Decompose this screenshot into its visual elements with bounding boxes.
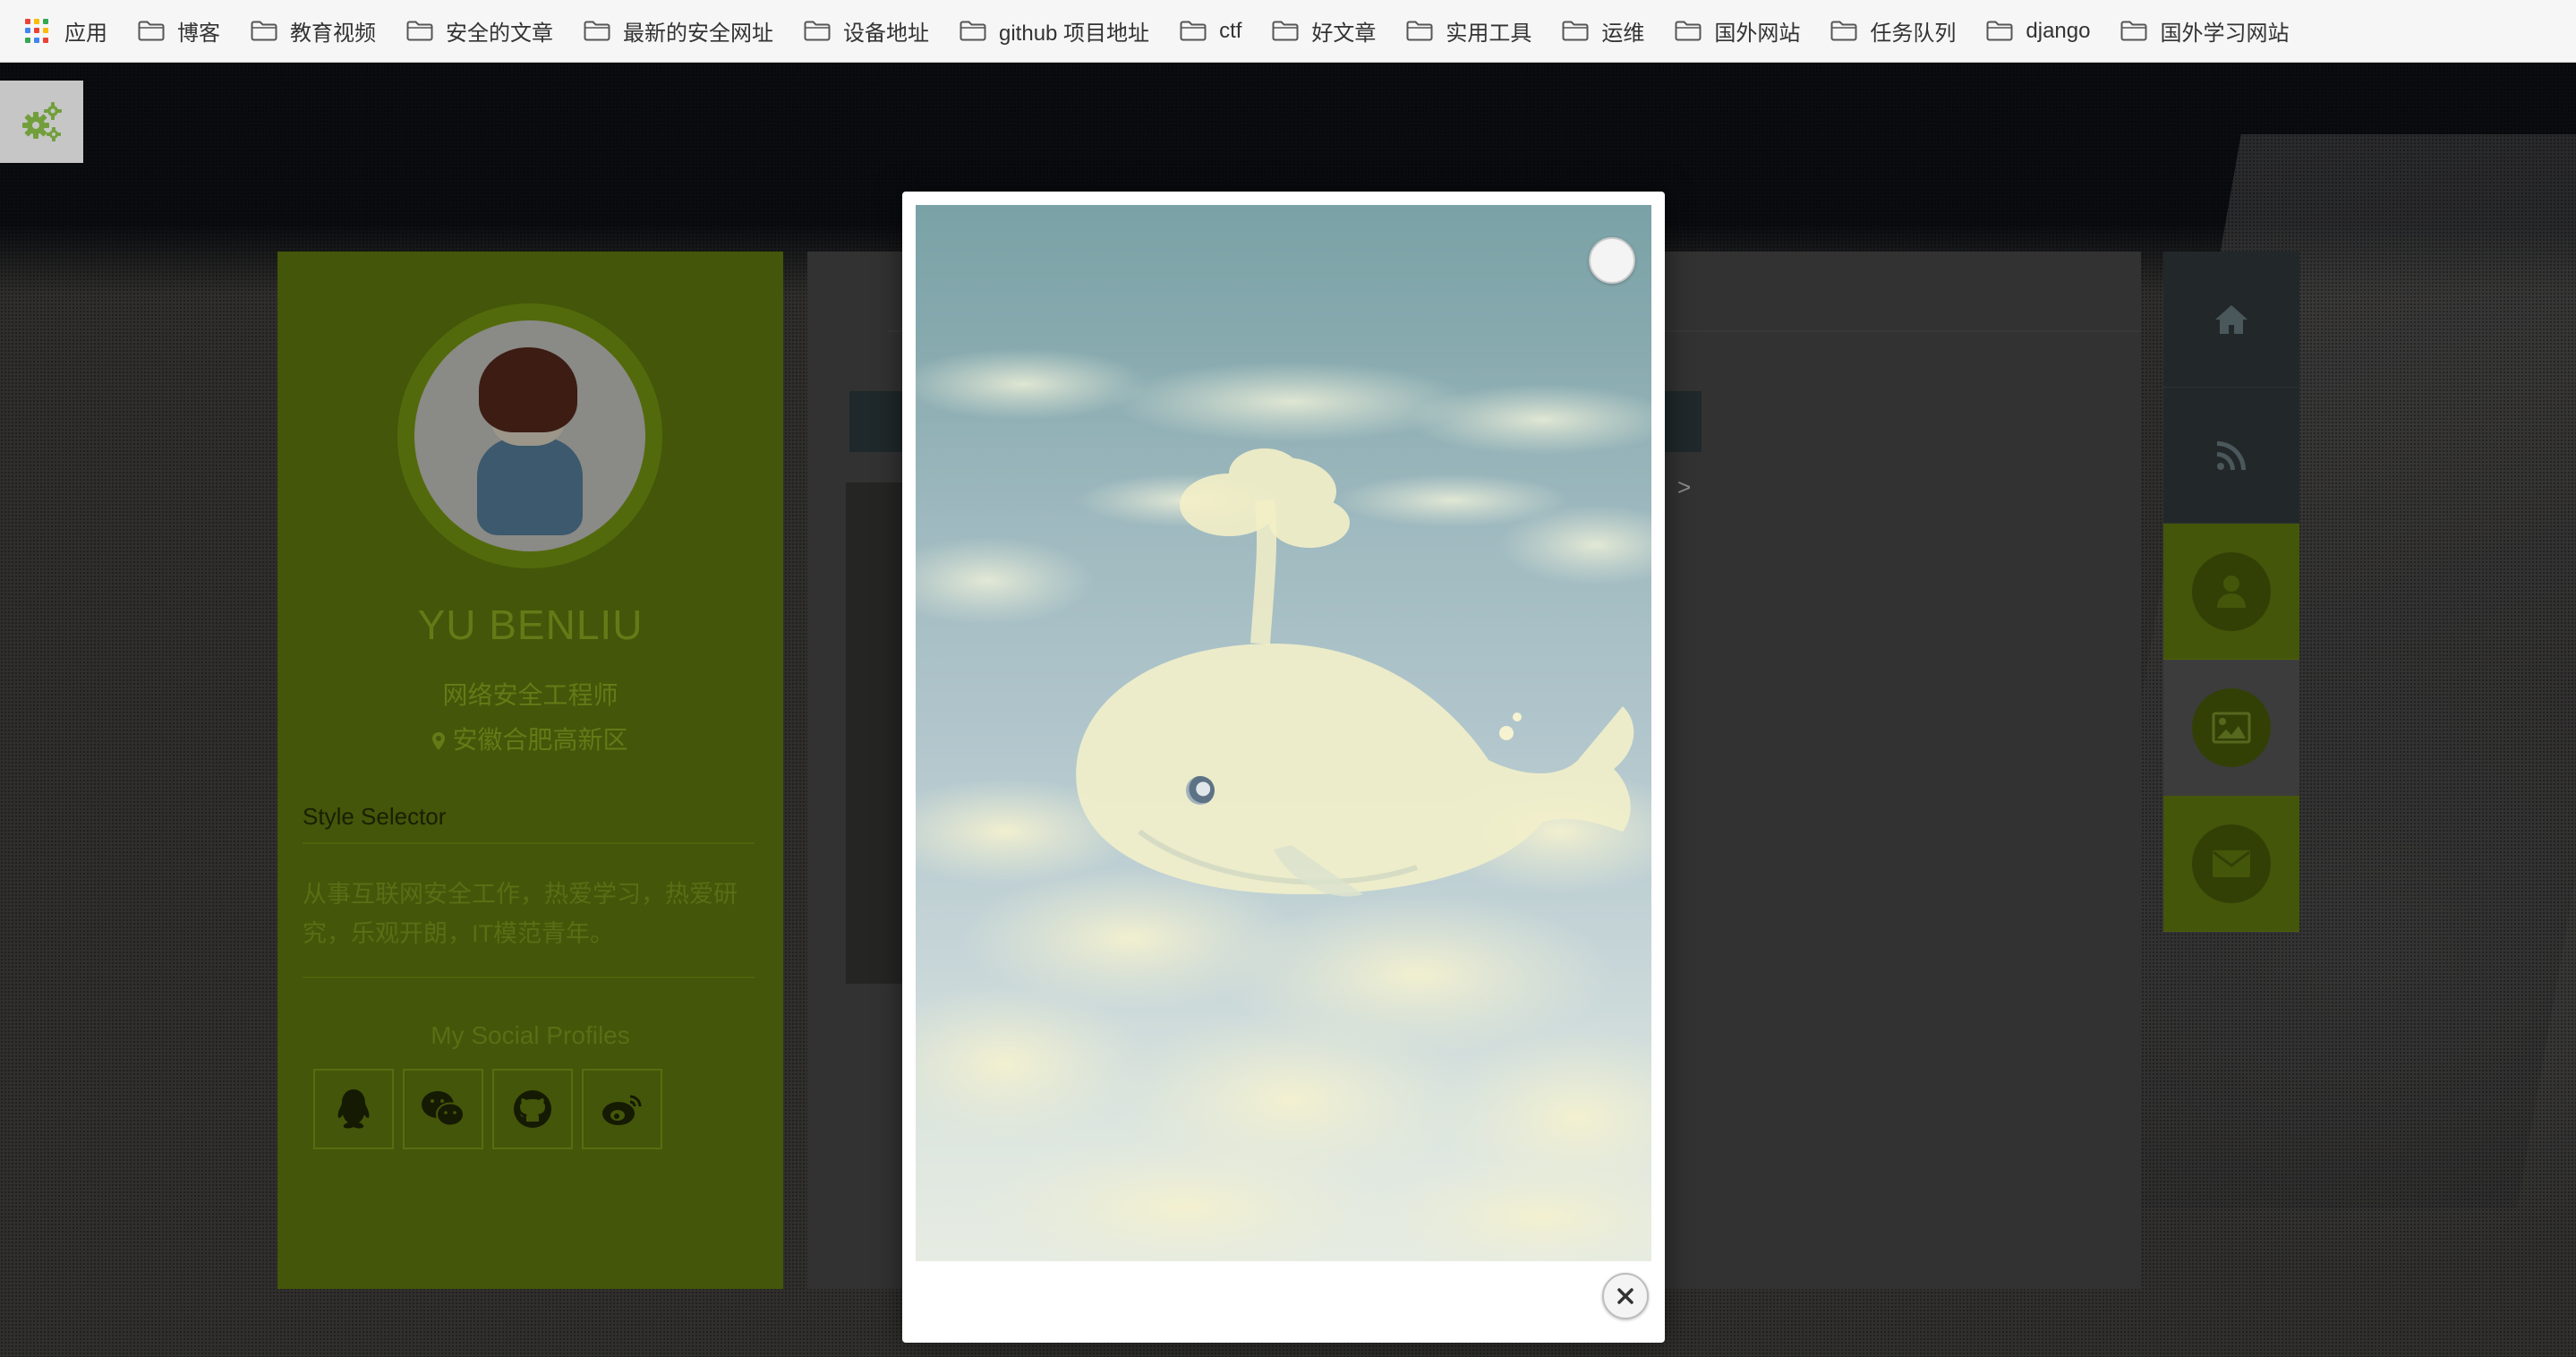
bookmark-folder[interactable]: github 项目地址	[960, 0, 1164, 63]
bookmark-folder[interactable]: 实用工具	[1406, 0, 1547, 63]
bookmarks-bar: 应用 博客 教育视频 安全的文章 最新的安全网址 设备地址 github 项目地址 ctf 好…	[0, 0, 2576, 63]
lightbox-image	[916, 205, 1651, 1261]
folder-icon	[1830, 21, 1857, 41]
close-icon	[1617, 1288, 1633, 1304]
bookmark-folder[interactable]: 安全的文章	[406, 0, 568, 63]
bookmark-label: 任务队列	[1870, 21, 1957, 46]
bookmark-label: 博客	[177, 21, 220, 46]
lightbox-modal	[902, 192, 1665, 1343]
folder-icon	[1272, 21, 1299, 41]
bookmark-folder[interactable]: 好文章	[1272, 0, 1391, 63]
bookmark-label: 最新的安全网址	[623, 21, 773, 46]
bookmark-folder[interactable]: 任务队列	[1830, 0, 1971, 63]
bookmark-folder[interactable]: 最新的安全网址	[584, 0, 789, 63]
loading-spinner-icon	[1186, 776, 1215, 805]
bookmark-label: 设备地址	[843, 21, 929, 46]
bookmark-label: github 项目地址	[999, 21, 1150, 46]
folder-icon	[251, 21, 277, 41]
bookmark-label: ctf	[1219, 18, 1242, 43]
bookmark-label: 国外网站	[1714, 21, 1801, 46]
close-button[interactable]	[1602, 1273, 1649, 1319]
folder-icon	[1986, 21, 2013, 41]
bookmark-folder[interactable]: 国外学习网站	[2120, 0, 2304, 63]
bookmark-folder[interactable]: 博客	[138, 0, 235, 63]
bookmark-label: 应用	[64, 21, 107, 46]
bookmark-folder[interactable]: 教育视频	[251, 0, 391, 63]
bookmark-label: 实用工具	[1446, 21, 1532, 46]
folder-icon	[1180, 21, 1207, 41]
folder-icon	[138, 21, 165, 41]
bookmark-label: 国外学习网站	[2160, 21, 2290, 46]
folder-icon	[1406, 21, 1433, 41]
folder-icon	[2120, 21, 2147, 41]
folder-icon	[584, 21, 610, 41]
bookmark-folder[interactable]: 设备地址	[804, 0, 944, 63]
lightbox-footer	[916, 1261, 1651, 1329]
bookmark-folder[interactable]: django	[1986, 0, 2105, 63]
folder-icon	[960, 21, 986, 41]
folder-icon	[1562, 21, 1589, 41]
folder-icon	[1675, 21, 1702, 41]
bookmark-folder[interactable]: ctf	[1180, 0, 1257, 63]
apps-grid-icon	[25, 18, 50, 44]
bookmark-label: 好文章	[1311, 21, 1377, 46]
whale-cloud-illustration	[916, 348, 1651, 1261]
expand-button[interactable]	[1589, 237, 1635, 284]
bookmark-label: 教育视频	[290, 21, 376, 46]
bookmark-apps[interactable]: 应用	[25, 0, 123, 63]
bookmark-folder[interactable]: 国外网站	[1675, 0, 1815, 63]
bookmark-folder[interactable]: 运维	[1562, 0, 1659, 63]
bookmark-label: django	[2026, 18, 2091, 43]
folder-icon	[406, 21, 433, 41]
folder-icon	[804, 21, 831, 41]
expand-icon	[1591, 239, 1651, 1261]
bookmark-label: 运维	[1601, 21, 1645, 46]
bookmark-label: 安全的文章	[446, 21, 553, 46]
